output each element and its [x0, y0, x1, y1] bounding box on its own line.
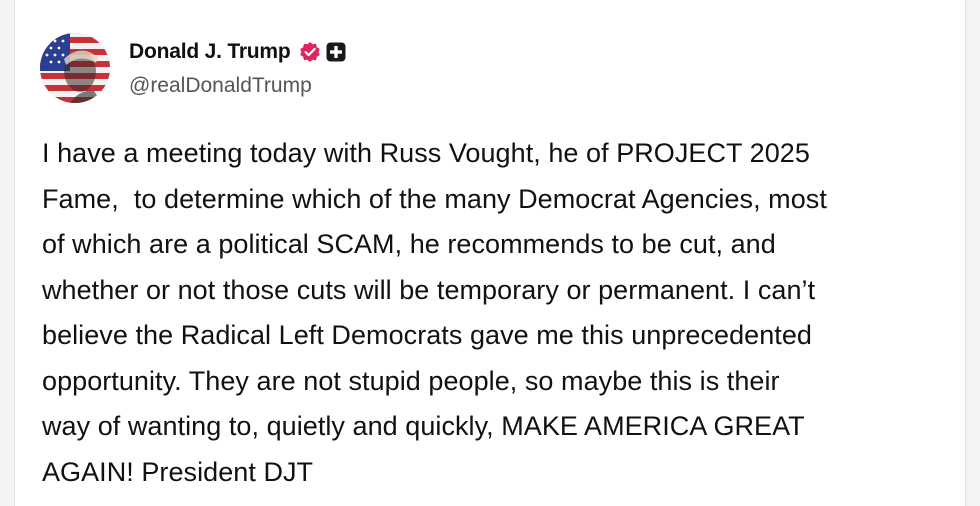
post-text-line: I have a meeting today with Russ Vought,… — [42, 138, 810, 168]
plus-badge-icon — [326, 42, 346, 62]
verified-badge-icon — [299, 41, 321, 63]
profile-avatar[interactable] — [40, 33, 110, 103]
post-card: Donald J. Trump @realDonaldTrump I have … — [14, 0, 966, 506]
post-text-line: AGAIN! President DJT — [42, 456, 314, 487]
post-text-line: way of wanting to, quietly and quickly, … — [42, 411, 805, 441]
author-name-row: Donald J. Trump — [129, 38, 346, 66]
post-text-line: whether or not those cuts will be tempor… — [42, 274, 816, 305]
author-handle[interactable]: @realDonaldTrump — [129, 74, 312, 98]
author-display-name[interactable]: Donald J. Trump — [129, 40, 291, 64]
post-text: I have a meeting today with Russ Vought,… — [42, 131, 947, 495]
post-text-line: of which are a political SCAM, he recomm… — [42, 229, 776, 259]
post-text-line: opportunity. They are not stupid people,… — [42, 365, 780, 396]
post-text-line: believe the Radical Left Democrats gave … — [42, 320, 812, 350]
post-text-line: Fame, to determine which of the many Dem… — [42, 183, 827, 214]
avatar-image — [40, 33, 110, 103]
